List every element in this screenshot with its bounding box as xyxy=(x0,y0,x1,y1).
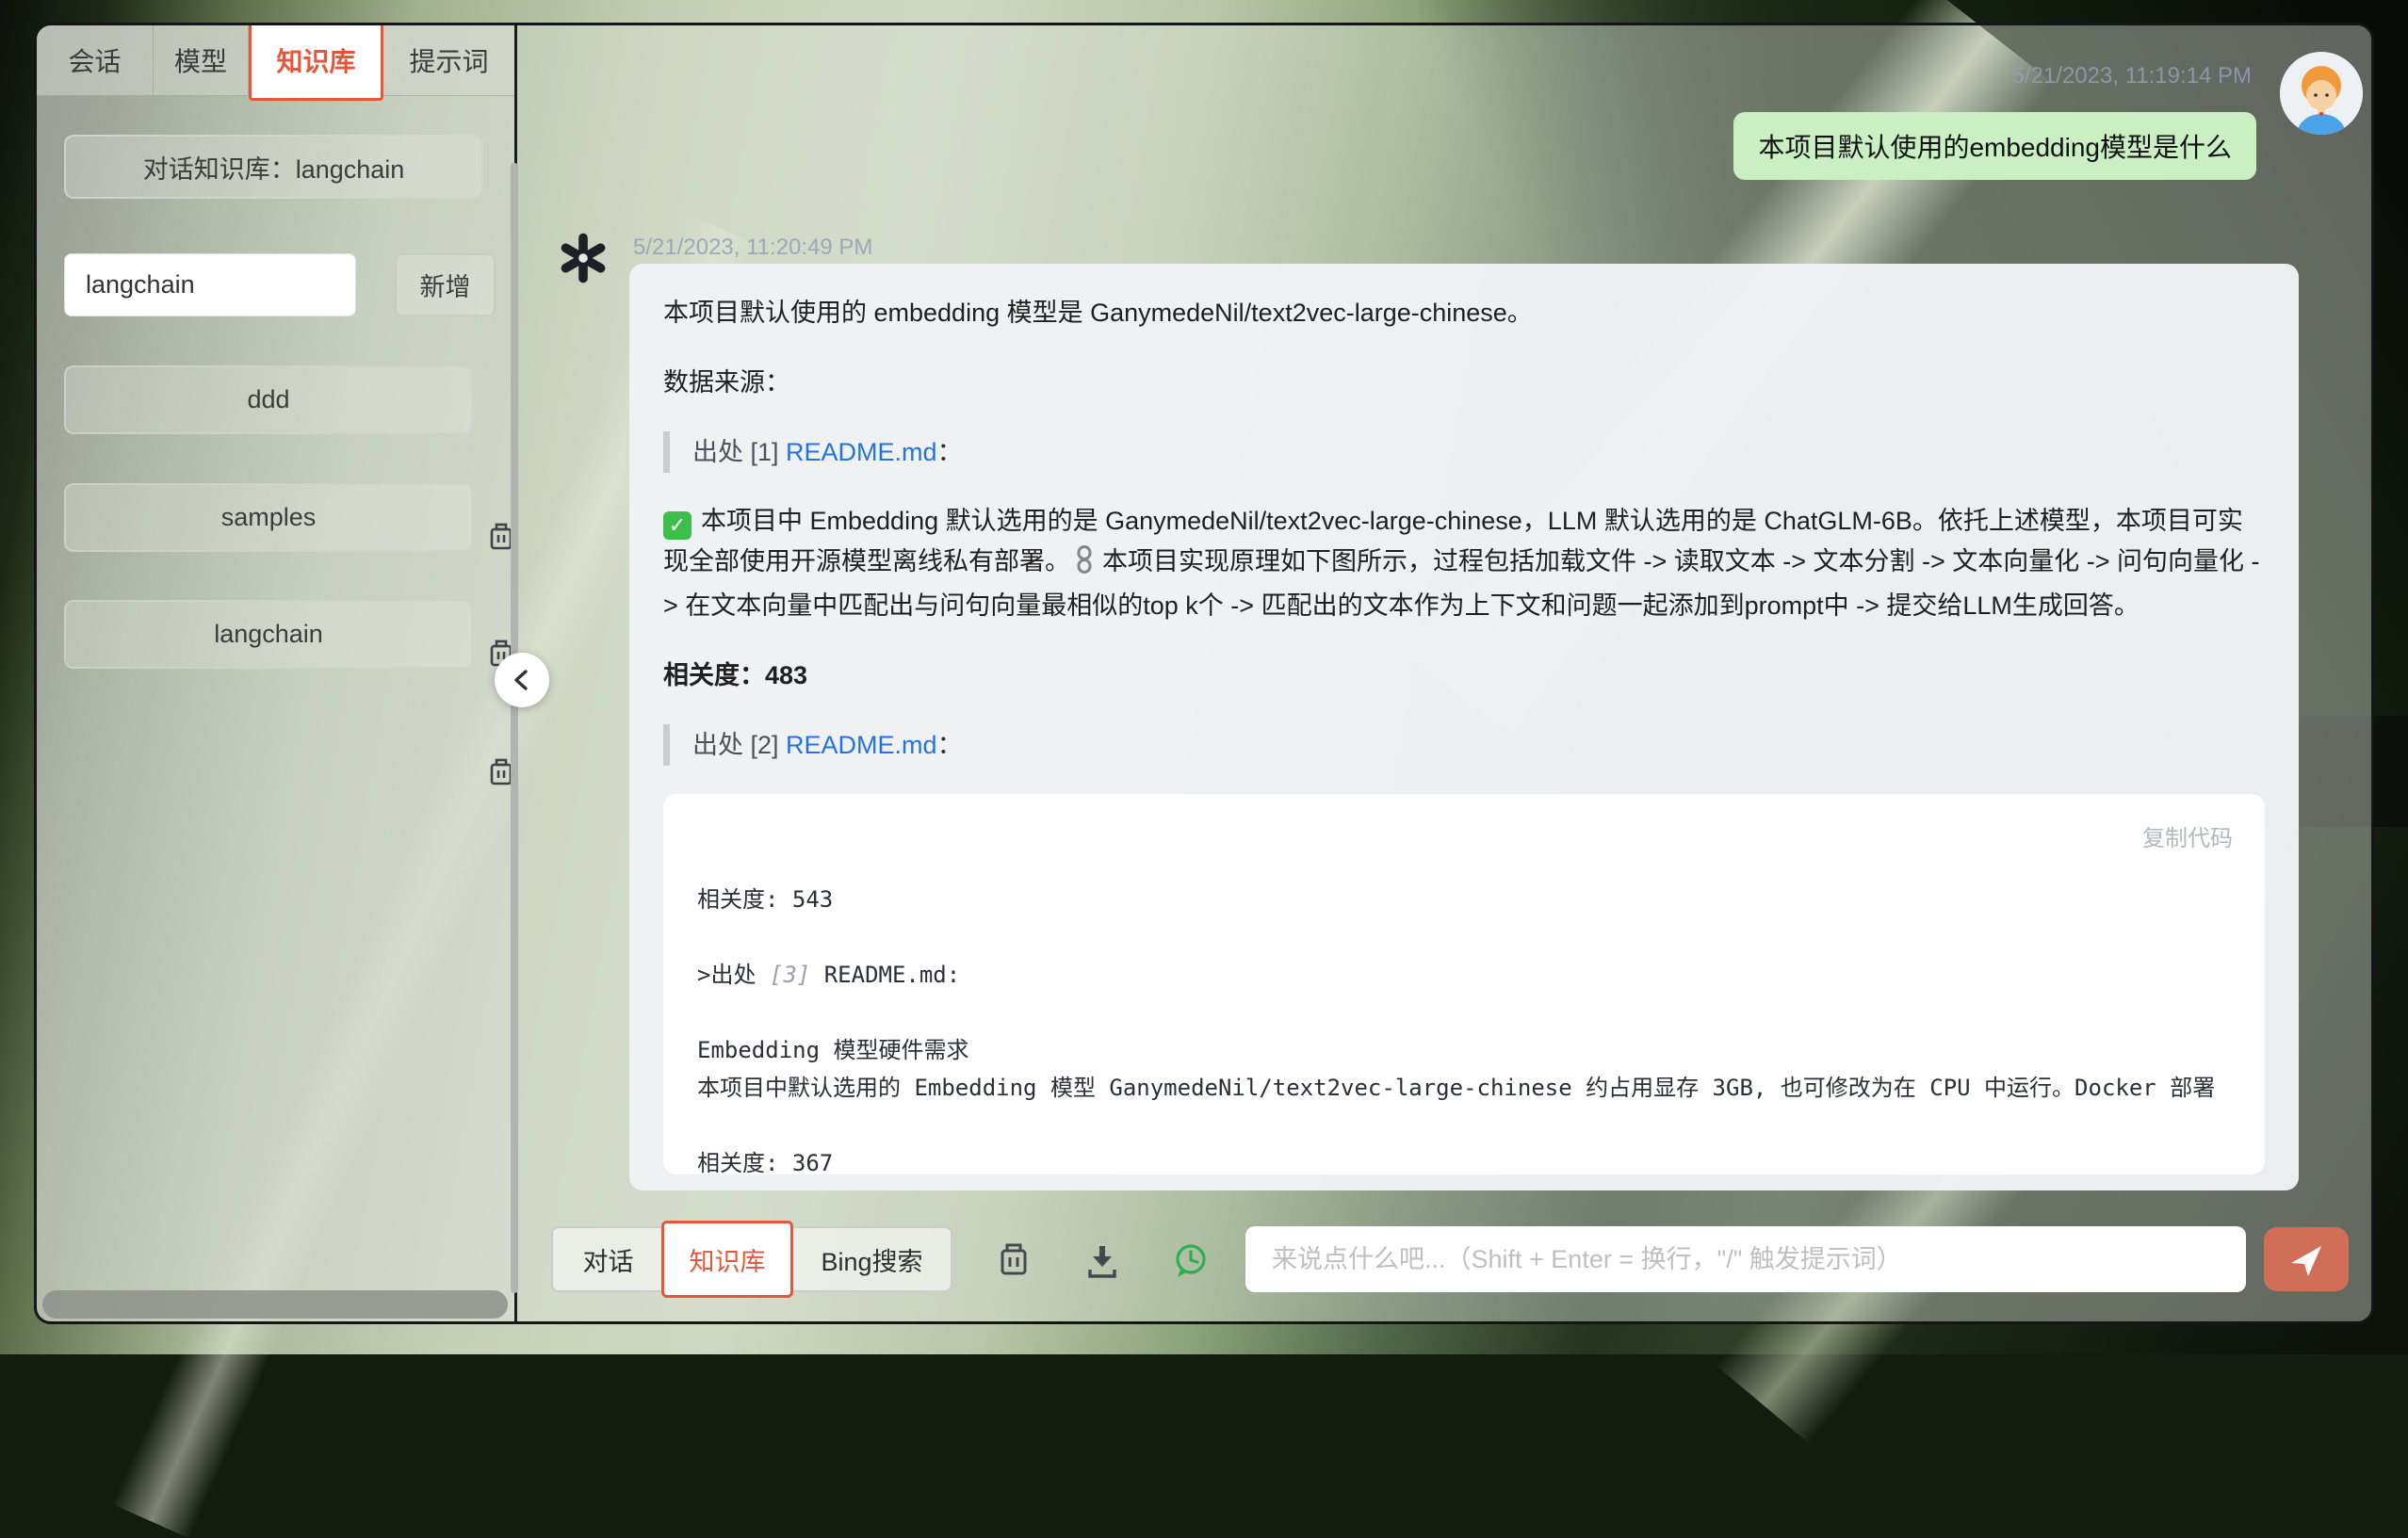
mode-switcher: 对话 知识库 Bing搜索 xyxy=(551,1226,952,1292)
code-line: 本项目中默认选用的 Embedding 模型 GanymedeNil/text2… xyxy=(697,1069,2231,1107)
code-block: 复制代码 相关度: 543 >出处 [3] README.md: Embeddi… xyxy=(663,794,2265,1174)
chevron-left-icon xyxy=(508,666,536,694)
app-window: 会话 模型 知识库 提示词 对话知识库：langchain 新增 ddd sam… xyxy=(34,23,2374,1324)
tab-knowledge-base[interactable]: 知识库 xyxy=(249,23,383,101)
tab-model[interactable]: 模型 xyxy=(154,25,249,95)
code-line: >出处 [3] README.md: xyxy=(697,956,2231,994)
source-quote-2: 出处 [2] README.md： xyxy=(663,724,2265,766)
active-knowledge-base-label: 对话知识库：langchain xyxy=(64,135,483,199)
message-input[interactable] xyxy=(1245,1226,2246,1292)
kb-item-langchain[interactable]: langchain xyxy=(64,600,473,669)
sidebar-horizontal-scrollbar[interactable] xyxy=(42,1290,508,1319)
sidebar-tabs: 会话 模型 知识库 提示词 xyxy=(37,25,514,96)
code-line xyxy=(697,918,2231,956)
relevance-score: 相关度：483 xyxy=(663,655,2265,696)
assistant-para-detail: ✓本项目中 Embedding 默认选用的是 GanymedeNil/text2… xyxy=(663,501,2265,626)
sidebar-vertical-scrollbar[interactable] xyxy=(511,163,518,1293)
copy-code-button[interactable]: 复制代码 xyxy=(2142,818,2233,860)
assistant-para-source-label: 数据来源： xyxy=(663,362,2265,403)
code-line: 相关度: 543 xyxy=(697,881,2231,918)
send-button[interactable] xyxy=(2264,1227,2349,1291)
sidebar: 会话 模型 知识库 提示词 对话知识库：langchain 新增 ddd sam… xyxy=(37,25,517,1321)
quote2-prefix: 出处 [2] xyxy=(692,731,786,759)
mode-knowledge-base[interactable]: 知识库 xyxy=(661,1221,793,1298)
code-line xyxy=(697,1107,2231,1144)
kb-item-ddd[interactable]: ddd xyxy=(64,365,473,434)
kb-name-input[interactable] xyxy=(64,253,356,316)
openai-logo-icon xyxy=(557,232,610,284)
code-line: 相关度: 367 xyxy=(697,1144,2231,1174)
quote1-prefix: 出处 [1] xyxy=(692,438,786,466)
user-avatar xyxy=(2280,52,2363,135)
tab-prompt[interactable]: 提示词 xyxy=(383,25,514,95)
assistant-message-timestamp: 5/21/2023, 11:20:49 PM xyxy=(633,235,872,261)
readme-link-2[interactable]: README.md xyxy=(786,731,937,759)
check-mark-emoji: ✓ xyxy=(663,511,691,540)
clear-conversation-icon[interactable] xyxy=(994,1240,1033,1280)
kb-item-empty xyxy=(64,717,473,785)
assistant-para-model: 本项目默认使用的 embedding 模型是 GanymedeNil/text2… xyxy=(663,292,2265,333)
paper-plane-icon xyxy=(2286,1238,2327,1280)
source-quote-1: 出处 [1] README.md： xyxy=(663,431,2265,473)
quote1-suffix: ： xyxy=(937,438,963,466)
chain-emoji xyxy=(1074,545,1095,586)
add-kb-button[interactable]: 新增 xyxy=(395,253,496,316)
quote2-suffix: ： xyxy=(937,731,963,759)
export-download-icon[interactable] xyxy=(1082,1240,1122,1280)
mode-chat[interactable]: 对话 xyxy=(551,1226,663,1292)
code-line: Embedding 模型硬件需求 xyxy=(697,1031,2231,1069)
user-message-timestamp: 5/21/2023, 11:19:14 PM xyxy=(2012,63,2252,89)
user-message-bubble: 本项目默认使用的embedding模型是什么 xyxy=(1733,112,2256,180)
sidebar-collapse-button[interactable] xyxy=(495,653,549,707)
readme-link-1[interactable]: README.md xyxy=(786,438,937,466)
code-line xyxy=(697,994,2231,1031)
user-avatar-illustration xyxy=(2280,52,2363,135)
tab-conversation[interactable]: 会话 xyxy=(37,25,154,95)
assistant-message-bubble: 本项目默认使用的 embedding 模型是 GanymedeNil/text2… xyxy=(629,264,2299,1190)
history-clock-icon[interactable] xyxy=(1171,1240,1211,1280)
mode-bing-search[interactable]: Bing搜索 xyxy=(791,1226,952,1292)
kb-item-samples[interactable]: samples xyxy=(64,483,473,552)
